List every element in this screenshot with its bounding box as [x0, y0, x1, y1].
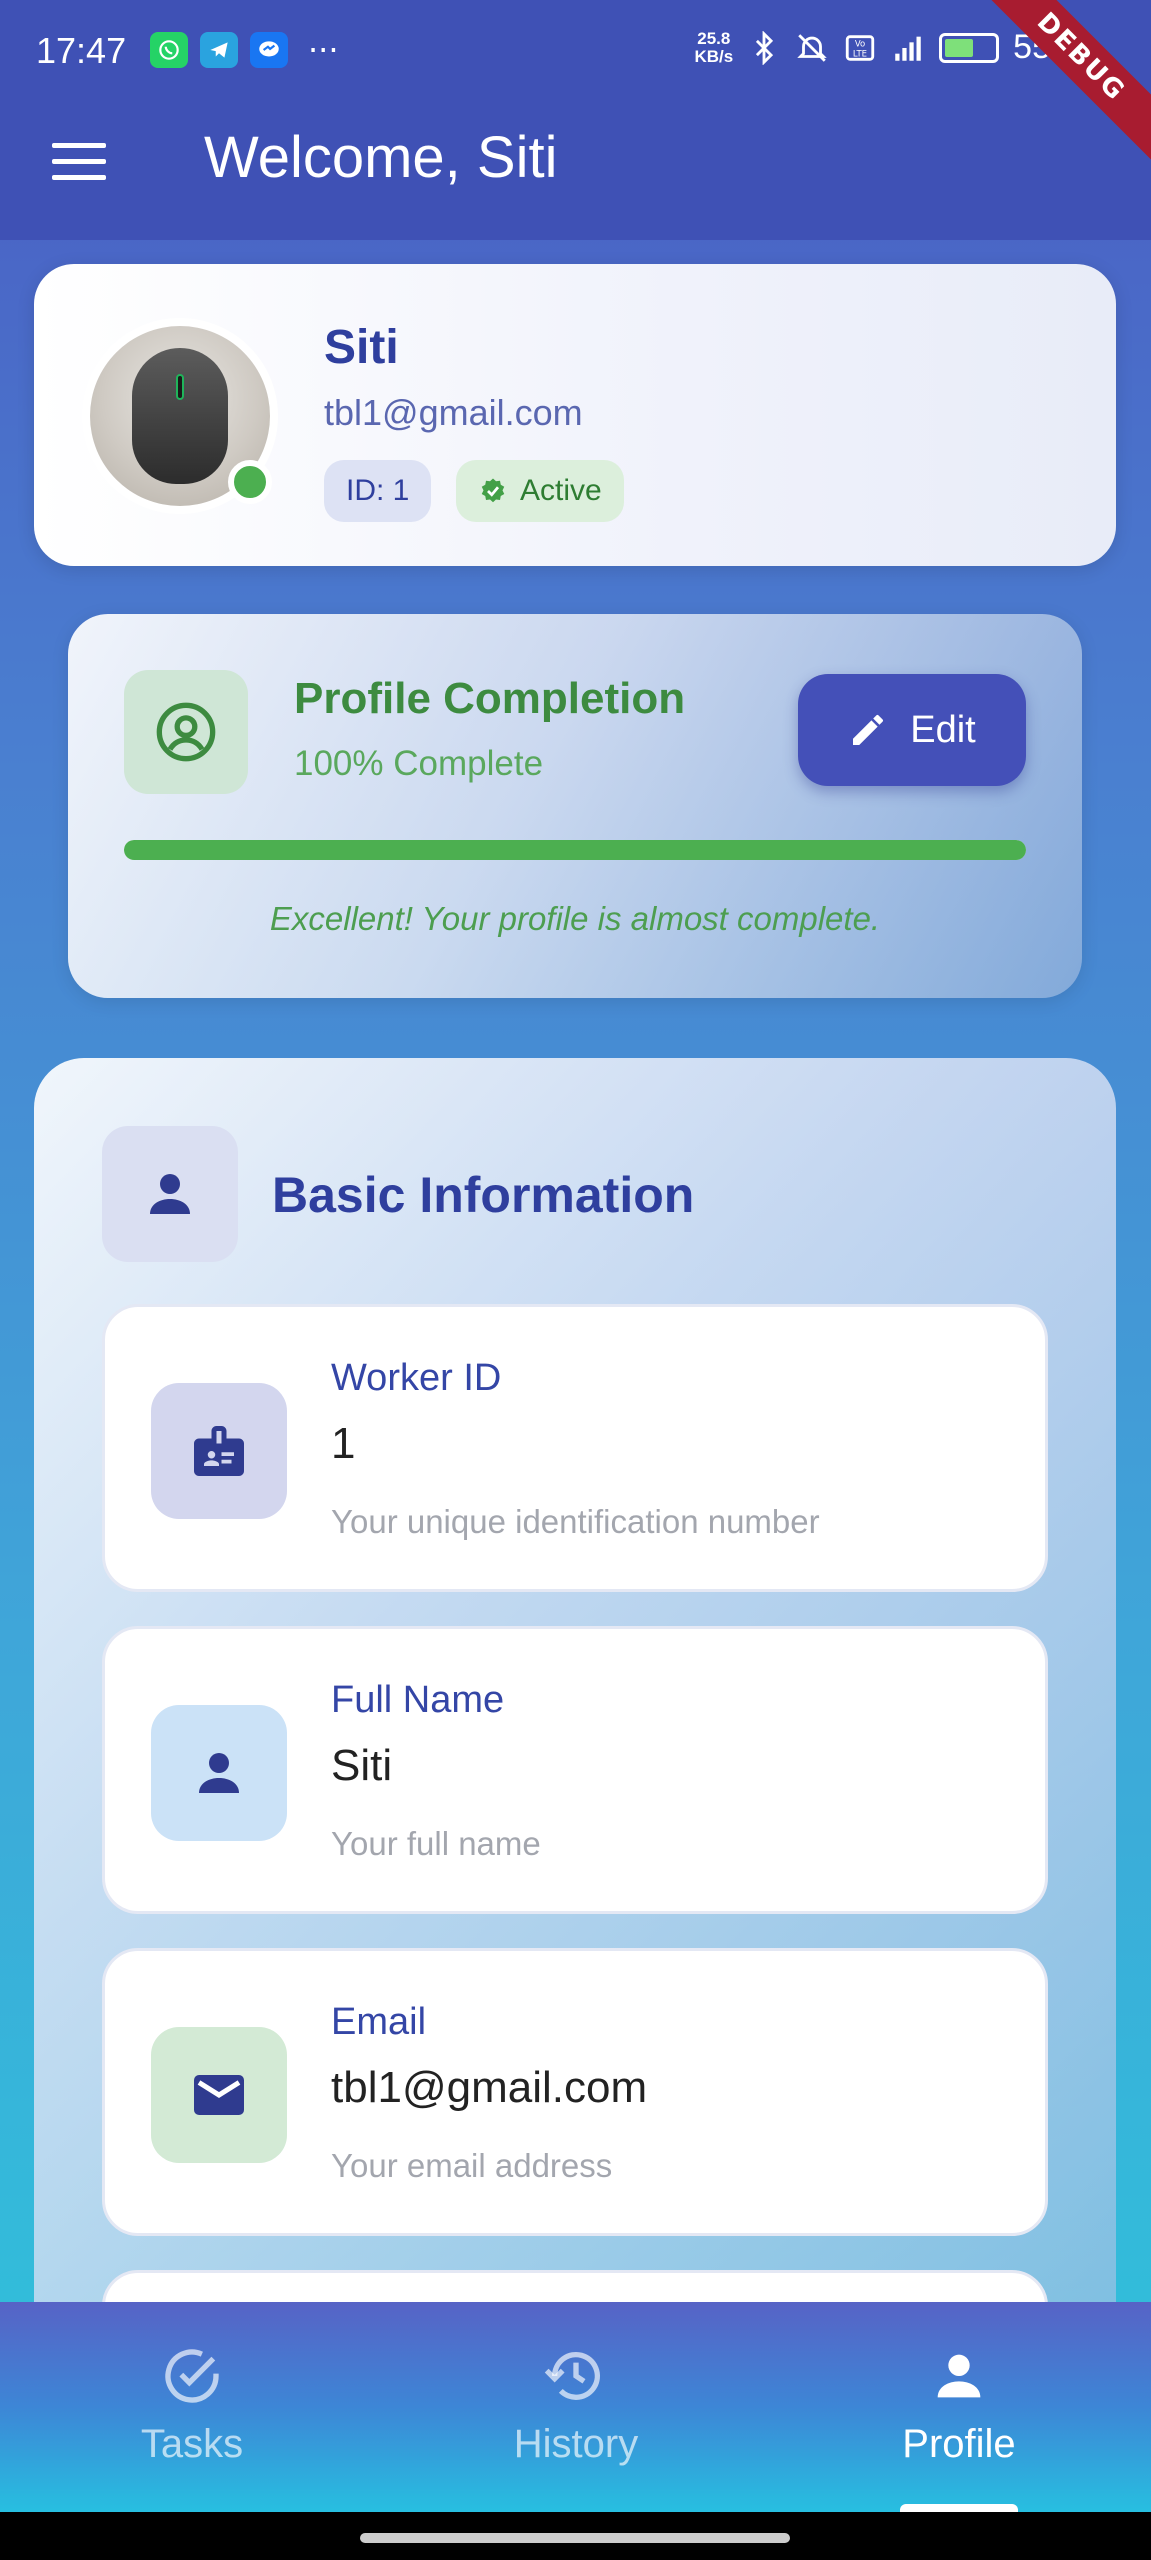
- completion-message: Excellent! Your profile is almost comple…: [269, 900, 881, 937]
- menu-icon[interactable]: [52, 143, 106, 183]
- status-badge: Active: [456, 460, 624, 522]
- info-label: Worker ID: [331, 1357, 502, 1399]
- completion-progress-fill: [124, 840, 1026, 860]
- pencil-icon: [853, 714, 884, 745]
- nav-history[interactable]: History: [384, 2302, 768, 2512]
- info-value: 1: [331, 1419, 356, 1468]
- section-title: Basic Information: [272, 1167, 695, 1223]
- info-label: Full Name: [331, 1679, 505, 1721]
- info-hint: Your unique identification number: [331, 1503, 820, 1540]
- mail-icon: [151, 2027, 287, 2163]
- nav-label: Profile: [902, 2422, 1016, 2466]
- volte-label: Vo: [855, 39, 865, 49]
- bluetooth-icon: [747, 30, 781, 66]
- nav-tasks[interactable]: Tasks: [0, 2302, 384, 2512]
- status-badge-label: Active: [520, 474, 602, 507]
- debug-banner: DEBUG: [965, 0, 1151, 173]
- nav-label: Tasks: [140, 2422, 244, 2466]
- basic-information-section: Basic Information Worker ID 1 Your uniqu…: [34, 1058, 1116, 2512]
- person-icon: [102, 1126, 238, 1262]
- status-time: 17:47: [36, 30, 127, 71]
- profile-name: Siti: [324, 321, 399, 374]
- info-hint: Your full name: [331, 1825, 541, 1862]
- info-card-full-name[interactable]: Full Name Siti Your full name: [102, 1626, 1048, 1914]
- completion-percent: 100% Complete: [294, 744, 544, 783]
- messenger-icon: [250, 32, 288, 68]
- info-hint: Your email address: [331, 2147, 613, 2184]
- completion-title: Profile Completion: [294, 674, 686, 723]
- person-icon: [937, 2354, 981, 2398]
- signal-icon: [891, 30, 925, 66]
- verified-icon: [481, 478, 505, 503]
- volte-icon: Vo LTE: [843, 30, 877, 66]
- edit-profile-button[interactable]: Edit: [798, 674, 1026, 786]
- id-badge: ID: 1: [324, 460, 432, 522]
- telegram-icon: [200, 32, 238, 68]
- profile-email: tbl1@gmail.com: [324, 392, 583, 433]
- more-notifications-icon: ···: [308, 31, 339, 69]
- page-title: Welcome, Siti: [204, 125, 558, 190]
- info-card-worker-id[interactable]: Worker ID 1 Your unique identification n…: [102, 1304, 1048, 1592]
- info-card-email[interactable]: Email tbl1@gmail.com Your email address: [102, 1948, 1048, 2236]
- whatsapp-icon: [150, 32, 188, 68]
- battery-icon: [939, 32, 1000, 63]
- check-circle-icon: [165, 2349, 219, 2403]
- net-speed: 25.8 KB/s: [694, 28, 734, 66]
- nav-label: History: [513, 2422, 639, 2466]
- net-speed-unit: KB/s: [694, 46, 734, 66]
- history-icon: [544, 2351, 600, 2400]
- active-tab-indicator: [900, 2504, 1018, 2512]
- completion-progress-bar: [124, 840, 1026, 860]
- home-indicator[interactable]: [360, 2533, 790, 2543]
- app-bar: 17:47 ··· 25.8 KB/s Vo LTE 55 DEBUG Welc…: [0, 0, 1151, 240]
- badge-icon: [151, 1383, 287, 1519]
- mute-icon: [795, 30, 829, 66]
- screen: 17:47 ··· 25.8 KB/s Vo LTE 55 DEBUG Welc…: [0, 0, 1151, 2512]
- bottom-navigation: Tasks History Profile: [0, 2302, 1151, 2512]
- avatar-photo: [132, 348, 228, 484]
- notification-icons: ···: [150, 32, 339, 68]
- online-status-dot: [228, 460, 272, 504]
- lte-label: LTE: [853, 49, 867, 59]
- nav-profile[interactable]: Profile: [767, 2302, 1151, 2512]
- info-value: Siti: [331, 1741, 393, 1790]
- info-value: tbl1@gmail.com: [331, 2063, 648, 2112]
- net-speed-value: 25.8: [697, 28, 731, 48]
- profile-header-card: Siti tbl1@gmail.com ID: 1 Active: [34, 264, 1116, 566]
- edit-button-label: Edit: [910, 708, 976, 751]
- account-circle-icon: [124, 670, 248, 794]
- person-icon: [151, 1705, 287, 1841]
- status-indicators: 25.8 KB/s Vo LTE 55: [694, 28, 1051, 67]
- profile-completion-card: Profile Completion 100% Complete Edit Ex…: [68, 614, 1082, 998]
- info-label: Email: [331, 2001, 427, 2043]
